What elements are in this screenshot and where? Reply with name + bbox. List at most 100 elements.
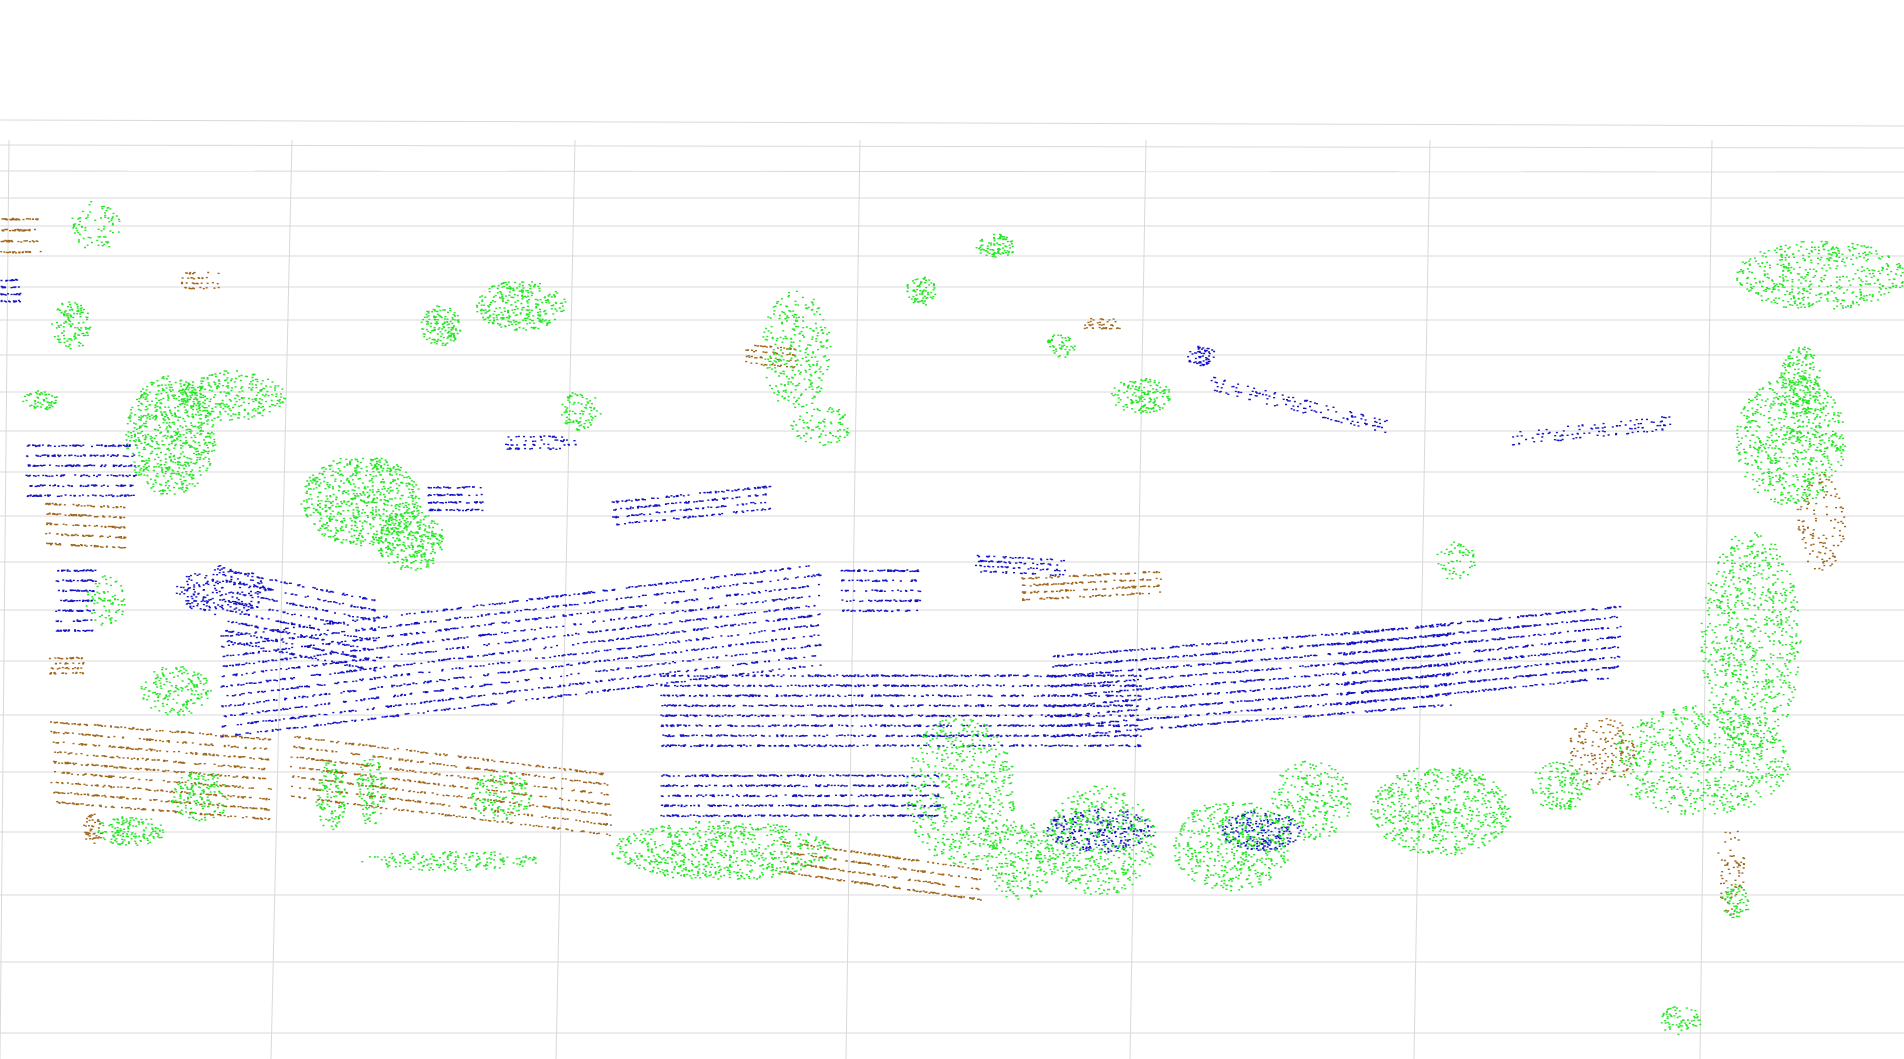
terrain-cluster xyxy=(1569,718,1636,785)
road-points xyxy=(427,486,484,512)
road-points xyxy=(1187,345,1216,367)
vegetation-cluster xyxy=(475,281,567,331)
vegetation-points xyxy=(1736,240,1904,310)
terrain-points xyxy=(780,841,982,901)
grid-line xyxy=(0,170,1904,173)
vegetation-points xyxy=(1370,767,1512,856)
terrain-cluster xyxy=(48,656,85,675)
terrain-cluster xyxy=(50,721,272,821)
grid-line xyxy=(845,139,861,1059)
road-cluster xyxy=(0,278,22,303)
vegetation-points xyxy=(1271,760,1352,841)
road-points xyxy=(25,444,137,498)
road-points xyxy=(1050,624,1452,738)
terrain-cluster xyxy=(1796,473,1846,571)
terrain-cluster xyxy=(1021,571,1162,601)
vegetation-points xyxy=(315,761,346,831)
grid-line xyxy=(0,144,1904,149)
ground-grid xyxy=(0,119,1904,1059)
vegetation-points xyxy=(906,716,1015,865)
vegetation-points xyxy=(140,666,212,716)
vegetation-cluster xyxy=(1530,761,1591,810)
road-cluster xyxy=(975,554,1066,577)
road-points xyxy=(0,278,22,303)
road-points xyxy=(975,554,1066,577)
grid-line xyxy=(1129,139,1147,1059)
vegetation-cluster xyxy=(22,390,58,411)
road-cluster xyxy=(25,444,137,498)
vegetation-cluster xyxy=(1110,378,1171,414)
vegetation-points xyxy=(1721,883,1750,919)
point-cloud-viewport[interactable] xyxy=(0,0,1904,1059)
road-points xyxy=(505,435,577,451)
grid-line xyxy=(0,139,10,1059)
terrain-points xyxy=(1796,473,1846,571)
grid-line xyxy=(0,119,1904,127)
vegetation-points xyxy=(51,301,92,350)
vegetation-cluster xyxy=(762,290,832,408)
road-points xyxy=(660,774,942,818)
vegetation-cluster xyxy=(1271,760,1352,841)
point-cloud-canvas[interactable] xyxy=(0,0,1904,1059)
terrain-points xyxy=(0,217,42,254)
road-points xyxy=(1340,605,1622,706)
vegetation-cluster xyxy=(1370,767,1512,856)
road-cluster xyxy=(1187,345,1216,367)
terrain-points xyxy=(48,656,85,675)
vegetation-cluster xyxy=(790,407,850,446)
vegetation-points xyxy=(1700,532,1802,752)
vegetation-points xyxy=(1173,801,1290,892)
vegetation-cluster xyxy=(51,301,92,350)
vegetation-points xyxy=(361,851,537,872)
vegetation-cluster xyxy=(1611,705,1791,815)
terrain-points xyxy=(83,813,103,844)
vegetation-points xyxy=(1047,334,1076,358)
road-cluster xyxy=(1046,808,1155,854)
road-points xyxy=(220,565,822,738)
road-cluster xyxy=(1050,624,1452,738)
vegetation-cluster xyxy=(1735,376,1847,505)
vegetation-cluster xyxy=(1660,1006,1702,1036)
vegetation-points xyxy=(71,201,121,249)
terrain-points xyxy=(1569,718,1636,785)
terrain-points xyxy=(1021,571,1162,601)
vegetation-points xyxy=(470,770,532,820)
vegetation-cluster xyxy=(560,392,602,431)
road-cluster xyxy=(1210,376,1388,433)
road-points xyxy=(1221,810,1302,851)
road-points xyxy=(175,565,267,616)
grid-line xyxy=(270,139,293,1059)
vegetation-points xyxy=(975,233,1014,258)
vegetation-cluster xyxy=(611,820,831,880)
vegetation-points xyxy=(356,756,387,825)
road-points xyxy=(1046,808,1155,854)
vegetation-points xyxy=(420,305,462,346)
road-cluster xyxy=(1340,605,1622,706)
road-cluster xyxy=(505,435,577,451)
vegetation-points xyxy=(97,816,165,846)
vegetation-points xyxy=(125,375,217,495)
vegetation-cluster xyxy=(1436,541,1476,580)
vegetation-points xyxy=(1611,705,1791,815)
road-cluster xyxy=(611,485,772,526)
vegetation-cluster xyxy=(97,816,165,846)
vegetation-points xyxy=(790,407,850,446)
road-cluster xyxy=(220,565,822,738)
terrain-cluster xyxy=(83,813,103,844)
vegetation-cluster xyxy=(420,305,462,346)
vegetation-points xyxy=(22,390,58,411)
vegetation-cluster xyxy=(1700,532,1802,752)
vegetation-points xyxy=(1110,378,1171,414)
vegetation-cluster xyxy=(1173,801,1290,892)
vegetation-cluster xyxy=(906,716,1015,865)
road-points xyxy=(1210,376,1388,433)
road-points xyxy=(611,485,772,526)
vegetation-points xyxy=(1436,541,1476,580)
vegetation-cluster xyxy=(125,375,217,495)
vegetation-points xyxy=(762,290,832,408)
vegetation-cluster xyxy=(1721,883,1750,919)
vegetation-cluster xyxy=(470,770,532,820)
vegetation-cluster xyxy=(356,756,387,825)
road-cluster xyxy=(660,774,942,818)
vegetation-points xyxy=(1530,761,1591,810)
